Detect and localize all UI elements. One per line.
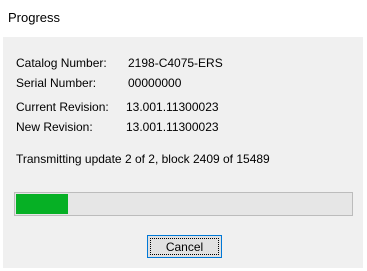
new-revision-label: New Revision: — [16, 120, 93, 134]
current-revision-label: Current Revision: — [16, 100, 109, 114]
progress-dialog: Progress Catalog Number: 2198-C4075-ERS … — [0, 0, 367, 271]
serial-number-label: Serial Number: — [16, 76, 97, 90]
title-bar[interactable]: Progress — [0, 0, 367, 36]
dialog-body: Catalog Number: 2198-C4075-ERS Serial Nu… — [3, 37, 363, 268]
current-revision-value: 13.001.11300023 — [126, 100, 219, 114]
new-revision-value: 13.001.11300023 — [126, 120, 219, 134]
progress-bar-fill — [16, 194, 68, 214]
catalog-number-value: 2198-C4075-ERS — [128, 56, 223, 70]
transfer-status-text: Transmitting update 2 of 2, block 2409 o… — [16, 152, 270, 166]
catalog-number-label: Catalog Number: — [16, 56, 107, 70]
progress-bar — [14, 192, 353, 216]
cancel-button[interactable]: Cancel — [147, 235, 222, 258]
window-title: Progress — [8, 10, 61, 25]
serial-number-value: 00000000 — [128, 76, 182, 90]
